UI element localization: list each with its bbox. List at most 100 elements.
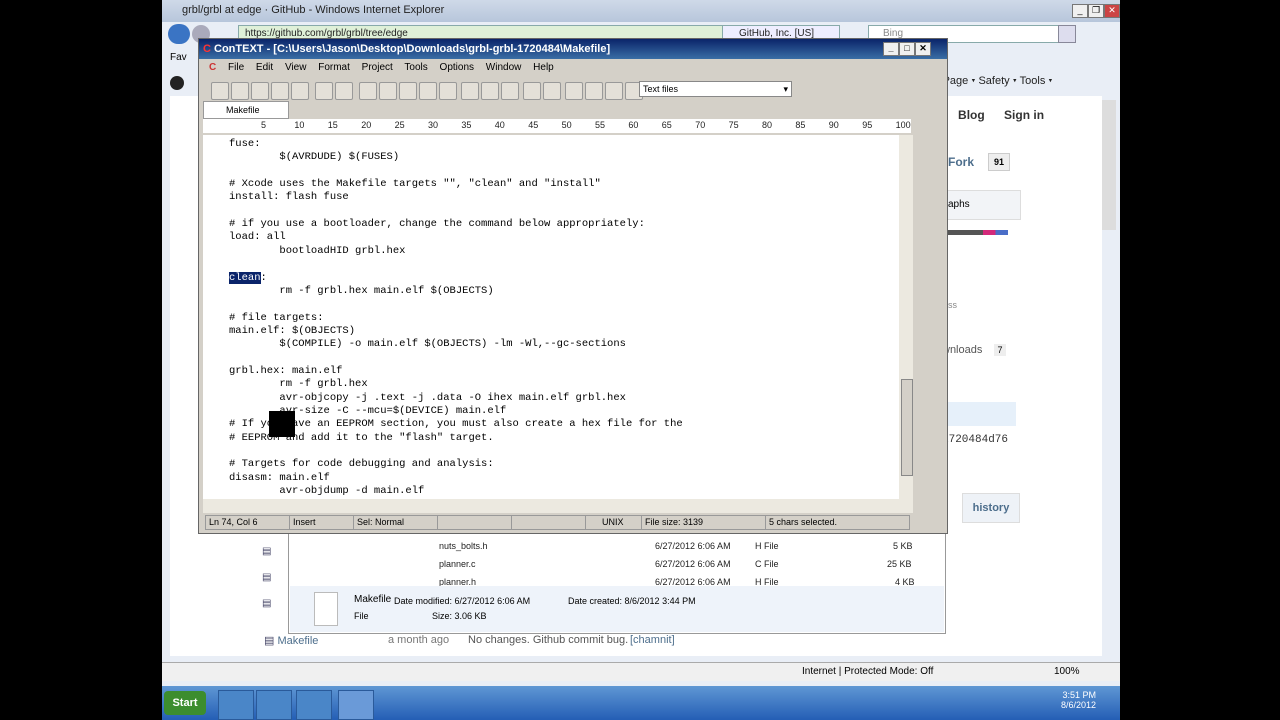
code-line[interactable]: disasm: main.elf: [229, 472, 330, 485]
file-name[interactable]: nuts_bolts.h: [439, 541, 488, 551]
ruler-tick: 55: [595, 120, 606, 130]
wrench-icon[interactable]: [543, 82, 561, 100]
file-name[interactable]: planner.c: [439, 559, 476, 569]
undo-icon[interactable]: [419, 82, 437, 100]
code-line[interactable]: $(AVRDUDE) $(FUSES): [229, 151, 399, 164]
code-line[interactable]: # Targets for code debugging and analysi…: [229, 458, 494, 471]
minimize-button[interactable]: _: [883, 42, 899, 56]
replace-icon[interactable]: [501, 82, 519, 100]
open-folder-icon[interactable]: [291, 82, 309, 100]
code-line[interactable]: # If you have an EEPROM section, you mus…: [229, 418, 683, 431]
code-line[interactable]: clean:: [229, 271, 267, 285]
scroll-thumb[interactable]: [901, 379, 913, 476]
fork-button[interactable]: Fork: [948, 155, 974, 169]
close-button[interactable]: ✕: [1104, 4, 1120, 18]
save-all-icon[interactable]: [271, 82, 289, 100]
start-button[interactable]: Start: [164, 691, 206, 715]
menu-format[interactable]: Format: [318, 62, 350, 73]
page-scrollbar[interactable]: [1102, 100, 1116, 230]
menu-view[interactable]: View: [285, 62, 307, 73]
makefile-age: a month ago: [388, 634, 450, 646]
ie-taskbar-icon[interactable]: [218, 690, 254, 720]
redo-icon[interactable]: [439, 82, 457, 100]
status-blank1: [437, 515, 512, 530]
code-line[interactable]: fuse:: [229, 138, 261, 151]
status-zone: Internet | Protected Mode: Off: [802, 666, 934, 677]
makefile-author[interactable]: [chamnit]: [630, 634, 675, 646]
nav-blog[interactable]: Blog: [958, 108, 985, 122]
menu-edit[interactable]: Edit: [256, 62, 273, 73]
paste-icon[interactable]: [399, 82, 417, 100]
ruler-tick: 10: [294, 120, 305, 130]
code-line[interactable]: $(COMPILE) -o main.elf $(OBJECTS) -lm -W…: [229, 338, 626, 351]
maximize-button[interactable]: □: [899, 42, 915, 56]
ie-statusbar: Internet | Protected Mode: Off 100%: [162, 662, 1120, 681]
filetype-select[interactable]: Text files ▾: [639, 81, 792, 97]
save-icon[interactable]: [251, 82, 269, 100]
user-exec-2-icon[interactable]: [585, 82, 603, 100]
ruler-tick: 40: [494, 120, 505, 130]
tools-menu[interactable]: Tools ▾: [1020, 75, 1053, 87]
media-player-taskbar-icon[interactable]: [296, 690, 332, 720]
commit-sha[interactable]: 1720484d76: [942, 434, 1008, 446]
cut-icon[interactable]: [359, 82, 377, 100]
back-icon[interactable]: [168, 24, 190, 44]
code-line[interactable]: install: flash fuse: [229, 191, 349, 204]
makefile-row: ▤ Makefile a month ago No changes. Githu…: [264, 634, 675, 647]
new-file-icon[interactable]: [211, 82, 229, 100]
safety-menu[interactable]: Safety ▾: [978, 75, 1016, 87]
context-menubar: C File Edit View Format Project Tools Op…: [199, 59, 947, 77]
minimize-button[interactable]: _: [1072, 4, 1088, 18]
graphs-tab[interactable]: aphs: [945, 190, 1021, 220]
user-exec-3-icon[interactable]: [605, 82, 623, 100]
ruler-tick: 80: [762, 120, 773, 130]
editor-area[interactable]: fuse: $(AVRDUDE) $(FUSES) # Xcode uses th…: [203, 135, 899, 499]
nav-signin[interactable]: Sign in: [1004, 108, 1044, 122]
print-icon[interactable]: [315, 82, 333, 100]
commit-box: [944, 402, 1016, 426]
downloads-link[interactable]: wnloads: [942, 344, 982, 356]
menu-help[interactable]: Help: [533, 62, 554, 73]
print-preview-icon[interactable]: [335, 82, 353, 100]
ruler-tick: 5: [261, 120, 267, 130]
user-exec-1-icon[interactable]: [565, 82, 583, 100]
history-button[interactable]: history: [962, 493, 1020, 523]
menu-options[interactable]: Options: [440, 62, 474, 73]
menu-tools[interactable]: Tools: [404, 62, 427, 73]
ruler-tick: 45: [528, 120, 539, 130]
favorites-label[interactable]: Fav: [170, 52, 187, 63]
code-line[interactable]: avr-objcopy -j .text -j .data -O ihex ma…: [229, 392, 626, 405]
ruler-tick: 70: [695, 120, 706, 130]
explorer-taskbar-icon[interactable]: [256, 690, 292, 720]
menu-file[interactable]: File: [228, 62, 244, 73]
code-line[interactable]: load: all: [229, 231, 286, 244]
close-button[interactable]: ✕: [915, 42, 931, 56]
code-line[interactable]: bootloadHID grbl.hex: [229, 245, 405, 258]
code-line[interactable]: # file targets:: [229, 312, 324, 325]
selected-text: clean: [229, 271, 261, 284]
context-taskbar-icon[interactable]: [338, 690, 374, 720]
find-next-icon[interactable]: [481, 82, 499, 100]
doc-icon[interactable]: [523, 82, 541, 100]
system-clock[interactable]: 3:51 PM 8/6/2012: [1040, 690, 1096, 710]
code-line[interactable]: main.elf: $(OBJECTS): [229, 325, 355, 338]
copy-icon[interactable]: [379, 82, 397, 100]
code-line[interactable]: # if you use a bootloader, change the co…: [229, 218, 645, 231]
zoom-level[interactable]: 100%: [1054, 663, 1080, 681]
find-icon[interactable]: [461, 82, 479, 100]
tab-makefile[interactable]: Makefile: [203, 101, 289, 119]
github-nav: s Blog Sign in: [938, 108, 1044, 122]
chevron-down-icon[interactable]: ▾: [783, 82, 788, 96]
menu-project[interactable]: Project: [362, 62, 393, 73]
menu-window[interactable]: Window: [486, 62, 522, 73]
code-line[interactable]: avr-objdump -d main.elf: [229, 485, 424, 498]
horizontal-scrollbar[interactable]: [203, 499, 913, 513]
code-line[interactable]: rm -f grbl.hex: [229, 378, 367, 391]
code-line[interactable]: grbl.hex: main.elf: [229, 365, 342, 378]
makefile-link[interactable]: Makefile: [277, 635, 318, 647]
code-line[interactable]: # Xcode uses the Makefile targets "", "c…: [229, 178, 601, 191]
open-file-icon[interactable]: [231, 82, 249, 100]
search-icon[interactable]: [1058, 25, 1076, 43]
restore-button[interactable]: ❐: [1088, 4, 1104, 18]
code-line[interactable]: rm -f grbl.hex main.elf $(OBJECTS): [229, 285, 493, 298]
